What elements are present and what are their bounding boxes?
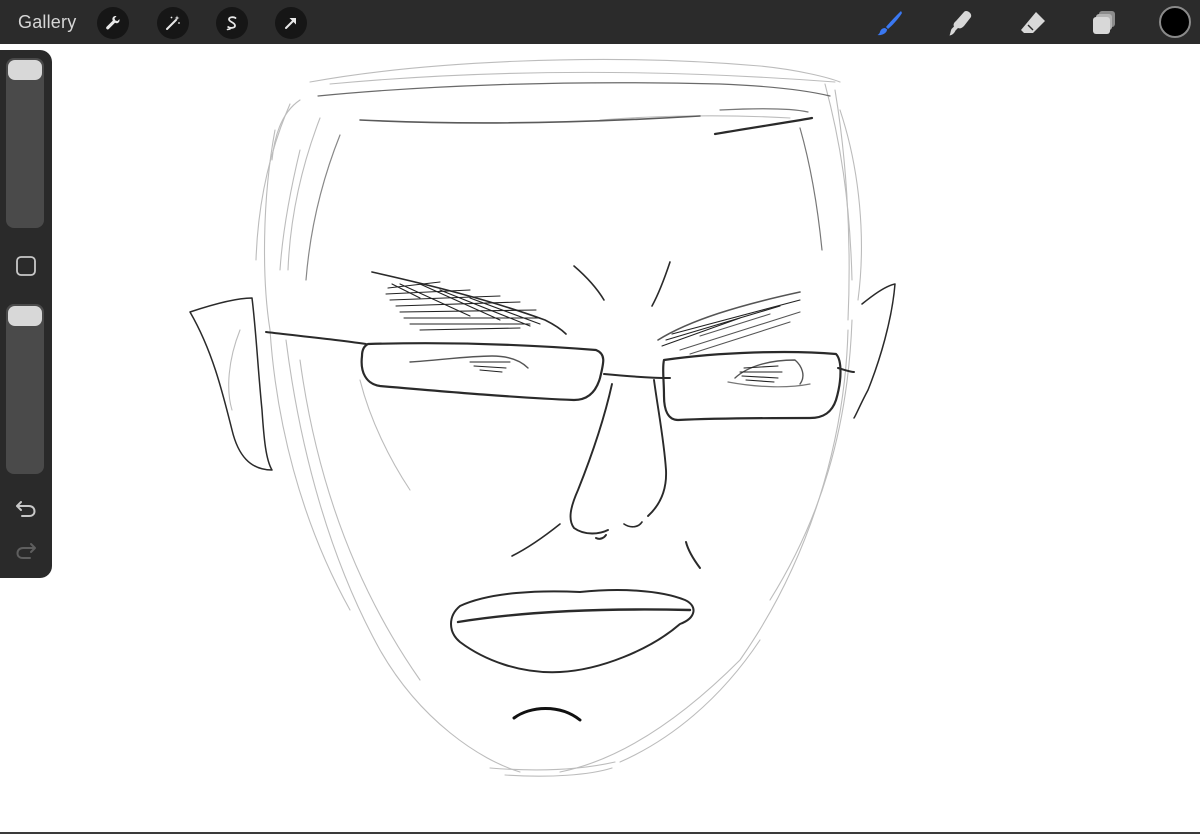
procreate-app: Gallery <box>0 0 1200 834</box>
hatching <box>385 281 801 383</box>
layers-icon <box>1093 11 1115 34</box>
selection-button[interactable] <box>216 7 248 39</box>
undo-button[interactable] <box>12 496 40 522</box>
eraser-icon <box>1021 12 1045 33</box>
brush-size-handle[interactable] <box>8 60 42 80</box>
brush-icon <box>877 11 902 36</box>
square-icon <box>16 256 36 276</box>
color-picker-button[interactable] <box>1159 6 1191 38</box>
modify-button[interactable] <box>14 254 38 278</box>
selection-s-icon <box>226 16 237 31</box>
sketch <box>189 58 896 777</box>
adjustments-button[interactable] <box>157 7 189 39</box>
layers-button[interactable] <box>1088 6 1122 40</box>
eraser-button[interactable] <box>1016 6 1050 40</box>
undo-icon <box>16 501 36 517</box>
smudge-icon <box>949 11 972 36</box>
opacity-handle[interactable] <box>8 306 42 326</box>
brush-size-slider[interactable] <box>6 58 44 228</box>
brush-button[interactable] <box>873 6 907 40</box>
transform-button[interactable] <box>275 7 307 39</box>
wrench-icon <box>106 16 120 30</box>
magic-wand-icon <box>166 15 180 30</box>
opacity-slider[interactable] <box>6 304 44 474</box>
top-toolbar: Gallery <box>0 0 1200 44</box>
gallery-button[interactable]: Gallery <box>18 0 76 44</box>
drawing-canvas[interactable] <box>0 44 1200 834</box>
smudge-button[interactable] <box>944 6 978 40</box>
actions-button[interactable] <box>97 7 129 39</box>
redo-button[interactable] <box>12 538 40 564</box>
transform-arrow-icon <box>285 18 296 29</box>
redo-icon <box>16 543 36 559</box>
sidebar <box>0 50 52 578</box>
